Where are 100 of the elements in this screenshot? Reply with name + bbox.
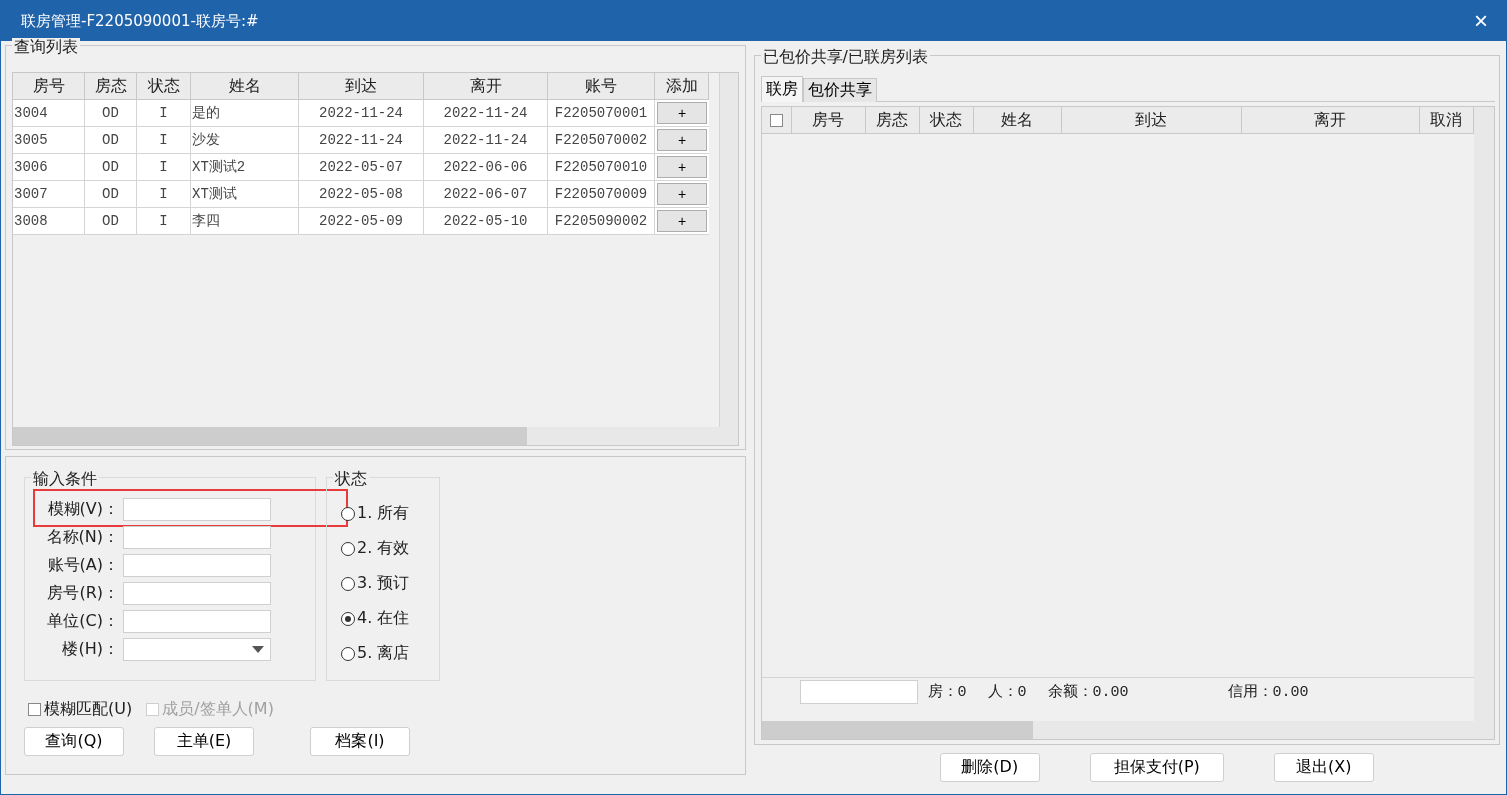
radio-label: 5. 离店 bbox=[357, 643, 410, 664]
table-cell: OD bbox=[85, 181, 137, 208]
close-button[interactable]: × bbox=[1470, 9, 1492, 33]
field-label: 单位(C)： bbox=[46, 610, 120, 632]
table-cell: 是的 bbox=[191, 100, 299, 127]
table-cell: 2022-11-24 bbox=[424, 127, 548, 154]
table-cell: F2205090002 bbox=[548, 208, 655, 235]
table-cell: OD bbox=[85, 154, 137, 181]
radio-option[interactable]: 1. 所有 bbox=[341, 502, 439, 525]
table-cell: 2022-05-10 bbox=[424, 208, 548, 235]
column-header: 添加 bbox=[655, 73, 709, 100]
checkbox-option[interactable]: 模糊匹配(U) bbox=[28, 699, 133, 720]
action-button[interactable]: 退出(X) bbox=[1273, 753, 1374, 782]
add-button[interactable]: + bbox=[657, 210, 707, 232]
vertical-scrollbar[interactable] bbox=[1474, 107, 1494, 721]
table-cell: I bbox=[137, 127, 191, 154]
summary-text: 信用：0.00 bbox=[1227, 683, 1310, 701]
group-title: 状态 bbox=[333, 470, 369, 488]
horizontal-scrollbar[interactable] bbox=[761, 721, 1494, 739]
table-cell: OD bbox=[85, 100, 137, 127]
input-field[interactable] bbox=[123, 609, 271, 633]
input-field[interactable] bbox=[123, 525, 271, 549]
group-title: 输入条件 bbox=[31, 470, 99, 488]
summary-text: 房：0 bbox=[927, 682, 968, 701]
input-field[interactable] bbox=[123, 553, 271, 577]
radio-option[interactable]: 3. 预订 bbox=[341, 572, 439, 595]
table-cell: I bbox=[137, 181, 191, 208]
table-cell: 2022-11-24 bbox=[299, 127, 424, 154]
field-label: 名称(N)： bbox=[45, 526, 120, 548]
field-label: 房号(R)： bbox=[46, 582, 120, 604]
tab[interactable]: 联房 bbox=[760, 76, 803, 102]
column-header: 到达 bbox=[1061, 107, 1242, 134]
horizontal-scrollbar[interactable] bbox=[13, 427, 738, 445]
summary-text: 人：0 bbox=[987, 683, 1028, 701]
table-cell: F2205070001 bbox=[548, 100, 655, 127]
table-cell: 2022-05-07 bbox=[299, 154, 424, 181]
action-button[interactable]: 档案(I) bbox=[310, 727, 410, 756]
table-cell: 沙发 bbox=[191, 127, 299, 154]
table-cell: I bbox=[137, 208, 191, 235]
action-button[interactable]: 担保支付(P) bbox=[1089, 753, 1224, 782]
field-label: 模糊(V)： bbox=[46, 498, 120, 520]
column-header: 账号 bbox=[548, 73, 655, 100]
column-header: 房号 bbox=[791, 107, 866, 134]
table-cell: I bbox=[137, 154, 191, 181]
column-header: 到达 bbox=[299, 73, 424, 100]
add-button[interactable]: + bbox=[657, 129, 707, 151]
table-cell: F2205070002 bbox=[548, 127, 655, 154]
table-cell: 3006 bbox=[13, 154, 85, 181]
select-all-checkbox[interactable] bbox=[769, 113, 783, 127]
table-cell: F2205070009 bbox=[548, 181, 655, 208]
radio-option[interactable]: 4. 在住 bbox=[341, 607, 439, 630]
add-button[interactable]: + bbox=[657, 183, 707, 205]
table-cell: 2022-11-24 bbox=[424, 100, 548, 127]
action-button[interactable]: 查询(Q) bbox=[24, 727, 124, 756]
table-cell: OD bbox=[85, 208, 137, 235]
input-field[interactable] bbox=[123, 581, 271, 605]
radio-option[interactable]: 2. 有效 bbox=[341, 537, 439, 560]
summary-text: 余额：0.00 bbox=[1047, 682, 1130, 701]
table-cell: 李四 bbox=[191, 208, 299, 235]
column-header: 房号 bbox=[13, 73, 85, 100]
table-cell: 3007 bbox=[13, 181, 85, 208]
table-cell: 3008 bbox=[13, 208, 85, 235]
table-cell: 2022-06-07 bbox=[424, 181, 548, 208]
table-cell: I bbox=[137, 100, 191, 127]
vertical-scrollbar[interactable] bbox=[718, 73, 738, 427]
table-cell: 2022-11-24 bbox=[299, 100, 424, 127]
caret-icon bbox=[252, 645, 264, 653]
add-button[interactable]: + bbox=[657, 102, 707, 124]
add-button[interactable]: + bbox=[657, 156, 707, 178]
dropdown-field[interactable] bbox=[123, 637, 271, 661]
window-title: 联房管理-F2205090001-联房号:# bbox=[21, 11, 259, 31]
radio-option[interactable]: 5. 离店 bbox=[341, 642, 439, 665]
table-cell: XT测试 bbox=[191, 181, 299, 208]
column-header: 状态 bbox=[137, 73, 191, 100]
table-cell: 2022-05-08 bbox=[299, 181, 424, 208]
table-cell: 3004 bbox=[13, 100, 85, 127]
group-title: 查询列表 bbox=[12, 38, 80, 56]
table-cell: OD bbox=[85, 127, 137, 154]
input-field[interactable] bbox=[123, 497, 271, 521]
radio-label: 2. 有效 bbox=[357, 538, 410, 559]
column-header: 姓名 bbox=[973, 107, 1062, 134]
column-header: 状态 bbox=[919, 107, 974, 134]
column-header: 取消 bbox=[1419, 107, 1474, 134]
field-label: 楼(H)： bbox=[61, 638, 120, 660]
column-header: 房态 bbox=[85, 73, 137, 100]
radio-label: 3. 预订 bbox=[357, 573, 410, 594]
table-cell: F2205070010 bbox=[548, 154, 655, 181]
column-header: 房态 bbox=[865, 107, 920, 134]
group-title: 已包价共享/已联房列表 bbox=[760, 48, 930, 66]
table-cell: 2022-06-06 bbox=[424, 154, 548, 181]
input-field[interactable] bbox=[799, 679, 918, 704]
table-cell: 3005 bbox=[13, 127, 85, 154]
field-label: 账号(A)： bbox=[46, 554, 120, 576]
tab[interactable]: 包价共享 bbox=[802, 78, 877, 102]
column-header: 离开 bbox=[1241, 107, 1420, 134]
column-header: 姓名 bbox=[191, 73, 299, 100]
column-header: 离开 bbox=[424, 73, 548, 100]
action-button[interactable]: 主单(E) bbox=[154, 727, 254, 756]
radio-label: 1. 所有 bbox=[357, 503, 410, 524]
action-button[interactable]: 删除(D) bbox=[939, 753, 1040, 782]
